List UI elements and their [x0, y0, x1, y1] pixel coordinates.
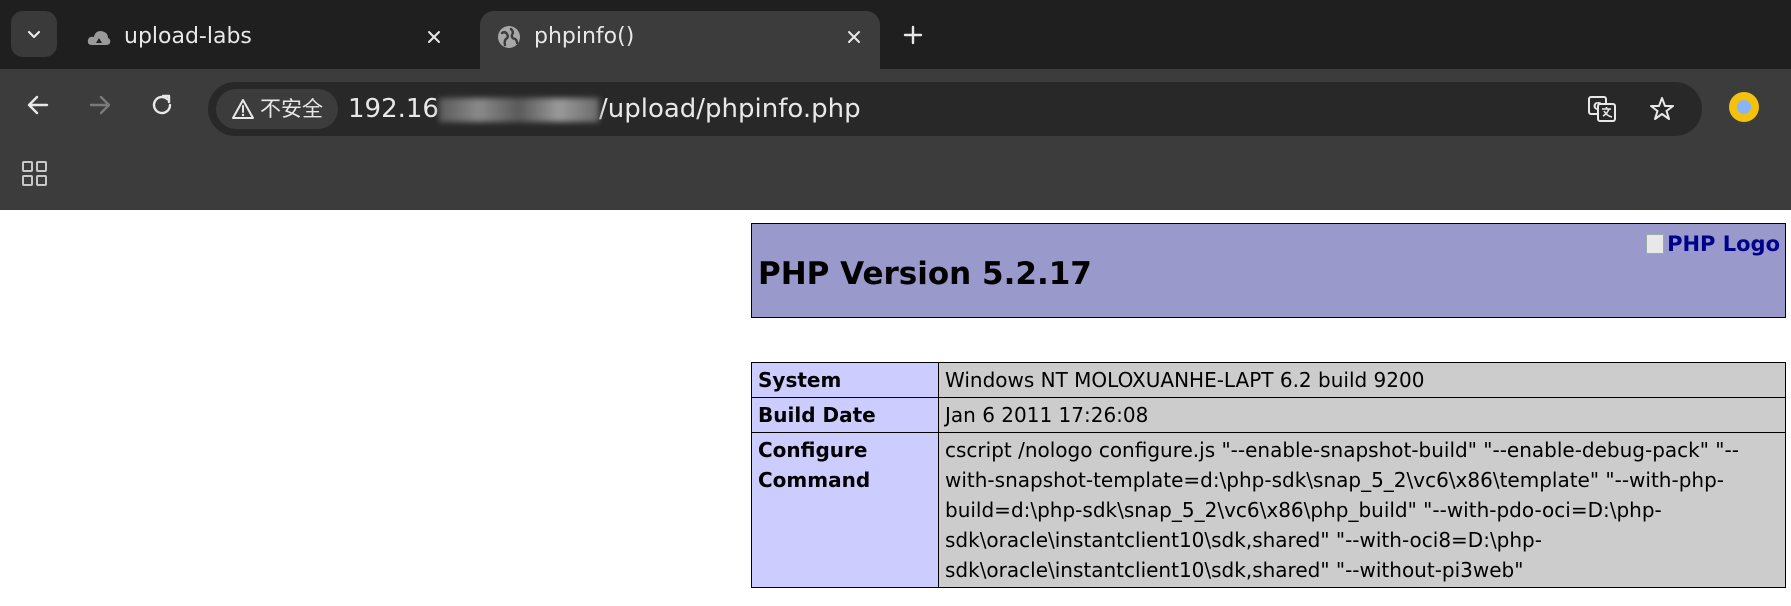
plus-icon: [903, 25, 923, 45]
reload-button[interactable]: [141, 84, 183, 126]
phpinfo-table: System Windows NT MOLOXUANHE-LAPT 6.2 bu…: [751, 362, 1786, 588]
url-path: /upload/phpinfo.php: [598, 94, 861, 124]
php-logo-alt-text: PHP Logo: [1667, 232, 1780, 256]
new-tab-button[interactable]: [896, 18, 930, 52]
row-value: cscript /nologo configure.js "--enable-s…: [938, 432, 1786, 588]
tab-upload-labs[interactable]: upload-labs: [70, 11, 460, 69]
arrow-right-icon: [89, 95, 111, 115]
table-row: Configure Command cscript /nologo config…: [751, 432, 1786, 588]
security-chip[interactable]: 不安全: [216, 89, 338, 129]
back-button[interactable]: [17, 84, 59, 126]
translate-icon[interactable]: G: [1586, 93, 1618, 125]
php-version-header: PHP Logo PHP Version 5.2.17: [751, 223, 1786, 318]
tab-phpinfo[interactable]: phpinfo(): [480, 11, 880, 69]
row-value: Jan 6 2011 17:26:08: [938, 397, 1786, 433]
row-value: Windows NT MOLOXUANHE-LAPT 6.2 build 920…: [938, 362, 1786, 398]
avatar-center: [1737, 100, 1751, 114]
bookmarks-bar: [0, 141, 1791, 210]
page-content: PHP Logo PHP Version 5.2.17 System Windo…: [0, 210, 1791, 606]
tab-strip: upload-labs phpinfo(): [0, 0, 1791, 69]
reload-icon: [152, 94, 172, 115]
tab-search-button[interactable]: [11, 11, 57, 57]
tab-title: phpinfo(): [534, 24, 635, 49]
url-prefix: 192.16: [348, 94, 439, 124]
table-row: System Windows NT MOLOXUANHE-LAPT 6.2 bu…: [751, 362, 1786, 398]
php-version-title: PHP Version 5.2.17: [758, 256, 1092, 292]
cloud-icon: [86, 24, 112, 50]
tab-title: upload-labs: [124, 24, 252, 49]
close-tab-icon[interactable]: [420, 23, 448, 51]
address-bar[interactable]: 不安全 192.16/upload/phpinfo.php G: [208, 82, 1702, 136]
row-key: Configure Command: [751, 432, 939, 588]
row-key: System: [751, 362, 939, 398]
close-tab-icon[interactable]: [840, 23, 868, 51]
browser-toolbar: 不安全 192.16/upload/phpinfo.php G: [0, 69, 1791, 141]
php-logo-link[interactable]: PHP Logo: [1646, 232, 1780, 256]
chevron-down-icon: [27, 30, 41, 39]
url-text[interactable]: 192.16/upload/phpinfo.php: [348, 94, 861, 124]
row-key: Build Date: [751, 397, 939, 433]
redacted-url-part: [438, 97, 599, 122]
arrow-left-icon: [27, 95, 49, 115]
globe-icon: [496, 24, 522, 50]
warning-icon: [231, 97, 255, 121]
table-row: Build Date Jan 6 2011 17:26:08: [751, 397, 1786, 433]
security-label: 不安全: [260, 97, 323, 121]
profile-avatar[interactable]: [1729, 92, 1759, 122]
bookmark-star-icon[interactable]: [1646, 93, 1678, 125]
apps-grid-icon[interactable]: [20, 159, 50, 189]
broken-image-icon: [1646, 234, 1665, 254]
forward-button[interactable]: [79, 84, 121, 126]
